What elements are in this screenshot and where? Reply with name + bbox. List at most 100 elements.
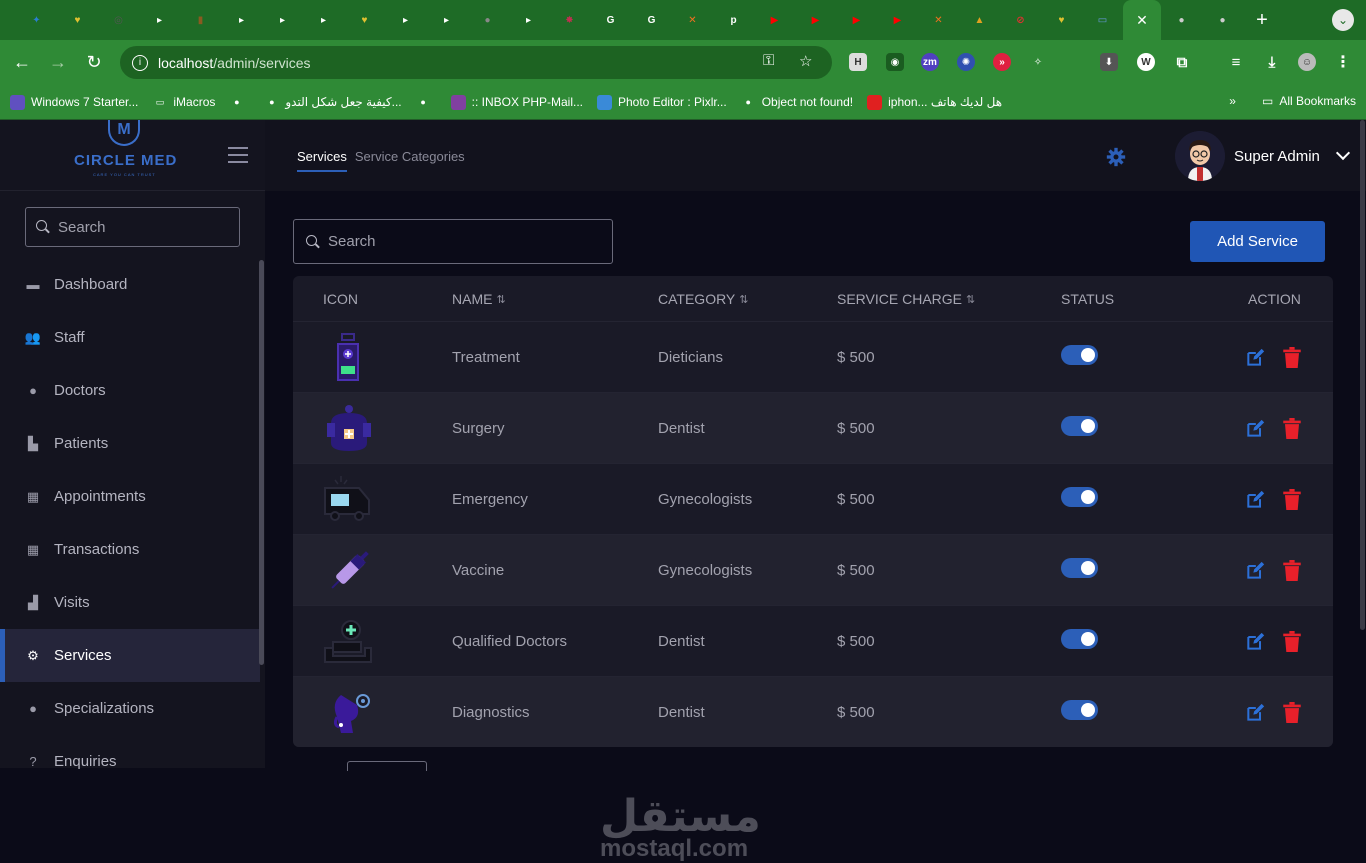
browser-tab[interactable]: ▸ (139, 0, 180, 40)
column-service-charge[interactable]: SERVICE CHARGE ⇅ (837, 291, 975, 307)
status-toggle[interactable] (1061, 558, 1098, 578)
edit-icon[interactable] (1245, 561, 1265, 581)
browser-tab[interactable]: ▸ (221, 0, 262, 40)
sidebar-item-patients[interactable]: ▙ Patients (0, 417, 260, 470)
tab-services[interactable]: Services (297, 149, 347, 172)
edit-icon[interactable] (1245, 632, 1265, 652)
sidebar-search[interactable] (25, 207, 240, 247)
sidebar-item-transactions[interactable]: ▦ Transactions (0, 523, 260, 576)
pagination-control[interactable] (347, 761, 427, 771)
browser-tab[interactable]: ▮ (180, 0, 221, 40)
main-search[interactable] (293, 219, 613, 264)
browser-tab[interactable]: ♥ (344, 0, 385, 40)
browser-tab[interactable]: ▭ (1082, 0, 1123, 40)
url-text[interactable]: localhost/admin/services (158, 55, 311, 71)
delete-icon[interactable] (1283, 489, 1301, 510)
sidebar-item-staff[interactable]: 👥 Staff (0, 311, 260, 364)
settings-gear-icon[interactable] (1106, 147, 1126, 167)
browser-tab[interactable]: ♥ (57, 0, 98, 40)
browser-tab[interactable]: p (713, 0, 754, 40)
browser-tab[interactable]: ✦ (16, 0, 57, 40)
bookmark-item[interactable]: iphon... هل لديك هاتف (867, 94, 1002, 110)
browser-tab[interactable]: ▸ (262, 0, 303, 40)
delete-icon[interactable] (1283, 347, 1301, 368)
bookmark-item[interactable]: ● (229, 95, 250, 110)
sidebar-search-input[interactable] (58, 218, 228, 236)
browser-tab[interactable]: ▸ (385, 0, 426, 40)
edit-icon[interactable] (1245, 419, 1265, 439)
downloads-icon[interactable]: ⤓ (1263, 53, 1281, 71)
bookmark-item[interactable]: :: INBOX PHP-Mail... (450, 94, 583, 110)
extension-party-icon[interactable]: ✧ (1029, 53, 1047, 71)
edit-icon[interactable] (1245, 490, 1265, 510)
browser-tab[interactable]: ▸ (303, 0, 344, 40)
browser-tab[interactable]: ▶ (795, 0, 836, 40)
status-toggle[interactable] (1061, 629, 1098, 649)
bookmark-item[interactable]: ▭ iMacros (152, 95, 216, 110)
user-name[interactable]: Super Admin (1234, 148, 1320, 165)
browser-tab[interactable]: ▲ (959, 0, 1000, 40)
puzzle-icon[interactable]: ⧉ (1173, 53, 1191, 71)
browser-tab[interactable]: ✸ (549, 0, 590, 40)
delete-icon[interactable] (1283, 631, 1301, 652)
add-service-button[interactable]: Add Service (1190, 221, 1325, 262)
menu-icon[interactable]: ⋮ (1334, 53, 1352, 71)
browser-tab[interactable]: ● (467, 0, 508, 40)
edit-icon[interactable] (1245, 703, 1265, 723)
back-icon[interactable]: ← (4, 45, 40, 81)
sidebar-item-visits[interactable]: ▟ Visits (0, 576, 260, 629)
browser-tab[interactable]: ♥ (1041, 0, 1082, 40)
address-bar[interactable]: i localhost/admin/services ⚿ ☆ (120, 46, 832, 79)
avatar[interactable] (1175, 131, 1225, 181)
star-icon[interactable]: ☆ (799, 52, 812, 70)
browser-tab[interactable]: ▶ (836, 0, 877, 40)
key-icon[interactable]: ⚿ (763, 52, 774, 69)
delete-icon[interactable] (1283, 702, 1301, 723)
extension-globe-icon[interactable]: ✺ (957, 53, 975, 71)
forward-icon[interactable]: → (40, 45, 76, 81)
status-toggle[interactable] (1061, 416, 1098, 436)
bookmark-item[interactable]: ● Object not found! (741, 95, 854, 110)
browser-tab[interactable]: ● (1161, 0, 1202, 40)
sidebar-item-appointments[interactable]: ▦ Appointments (0, 470, 260, 523)
sort-icon[interactable]: ⇅ (966, 293, 975, 306)
extension-w-icon[interactable]: W (1137, 53, 1155, 71)
status-toggle[interactable] (1061, 345, 1098, 365)
browser-tab[interactable]: ⊘ (1000, 0, 1041, 40)
close-icon[interactable]: ✕ (1134, 12, 1150, 28)
edit-icon[interactable] (1245, 348, 1265, 368)
browser-tab[interactable]: ◎ (98, 0, 139, 40)
extension-forward-icon[interactable]: » (993, 53, 1011, 71)
sidebar-item-specializations[interactable]: ● Specializations (0, 682, 260, 735)
chevron-down-icon[interactable] (1335, 145, 1351, 161)
sidebar-item-doctors[interactable]: ● Doctors (0, 364, 260, 417)
bookmark-item[interactable]: Windows 7 Starter... (10, 94, 138, 110)
column-name[interactable]: NAME ⇅ (452, 291, 506, 307)
all-bookmarks[interactable]: » ▭ All Bookmarks (1229, 94, 1356, 108)
browser-tab[interactable]: ▶ (877, 0, 918, 40)
extension-green-icon[interactable]: ◉ (886, 53, 904, 71)
extension-h-icon[interactable]: H (849, 53, 867, 71)
browser-tab[interactable]: ✕ (672, 0, 713, 40)
bookmark-item[interactable]: ● كيفية جعل شكل التدو... (264, 95, 401, 110)
page-scrollbar[interactable] (1360, 120, 1365, 630)
hamburger-icon[interactable] (228, 147, 248, 163)
browser-tab[interactable]: G (590, 0, 631, 40)
browser-tab[interactable]: ▸ (508, 0, 549, 40)
column-category[interactable]: CATEGORY ⇅ (658, 291, 749, 307)
reload-icon[interactable]: ↻ (76, 45, 112, 81)
profile-icon[interactable]: ☺ (1298, 53, 1316, 71)
bookmark-item[interactable]: ● (416, 95, 437, 110)
sidebar-item-services[interactable]: ⚙ Services (0, 629, 260, 682)
delete-icon[interactable] (1283, 560, 1301, 581)
sidebar-item-dashboard[interactable]: ▬ Dashboard (0, 258, 260, 311)
tab-service-categories[interactable]: Service Categories (355, 149, 465, 172)
sort-icon[interactable]: ⇅ (739, 293, 748, 306)
browser-tab[interactable]: G (631, 0, 672, 40)
new-tab-button[interactable]: + (1243, 0, 1281, 40)
extension-zm-icon[interactable]: zm (921, 53, 939, 71)
sort-icon[interactable]: ⇅ (496, 293, 505, 306)
site-info-icon[interactable]: i (132, 54, 148, 71)
sidebar-scrollbar[interactable] (259, 260, 264, 665)
reading-list-icon[interactable]: ≡ (1227, 53, 1245, 71)
